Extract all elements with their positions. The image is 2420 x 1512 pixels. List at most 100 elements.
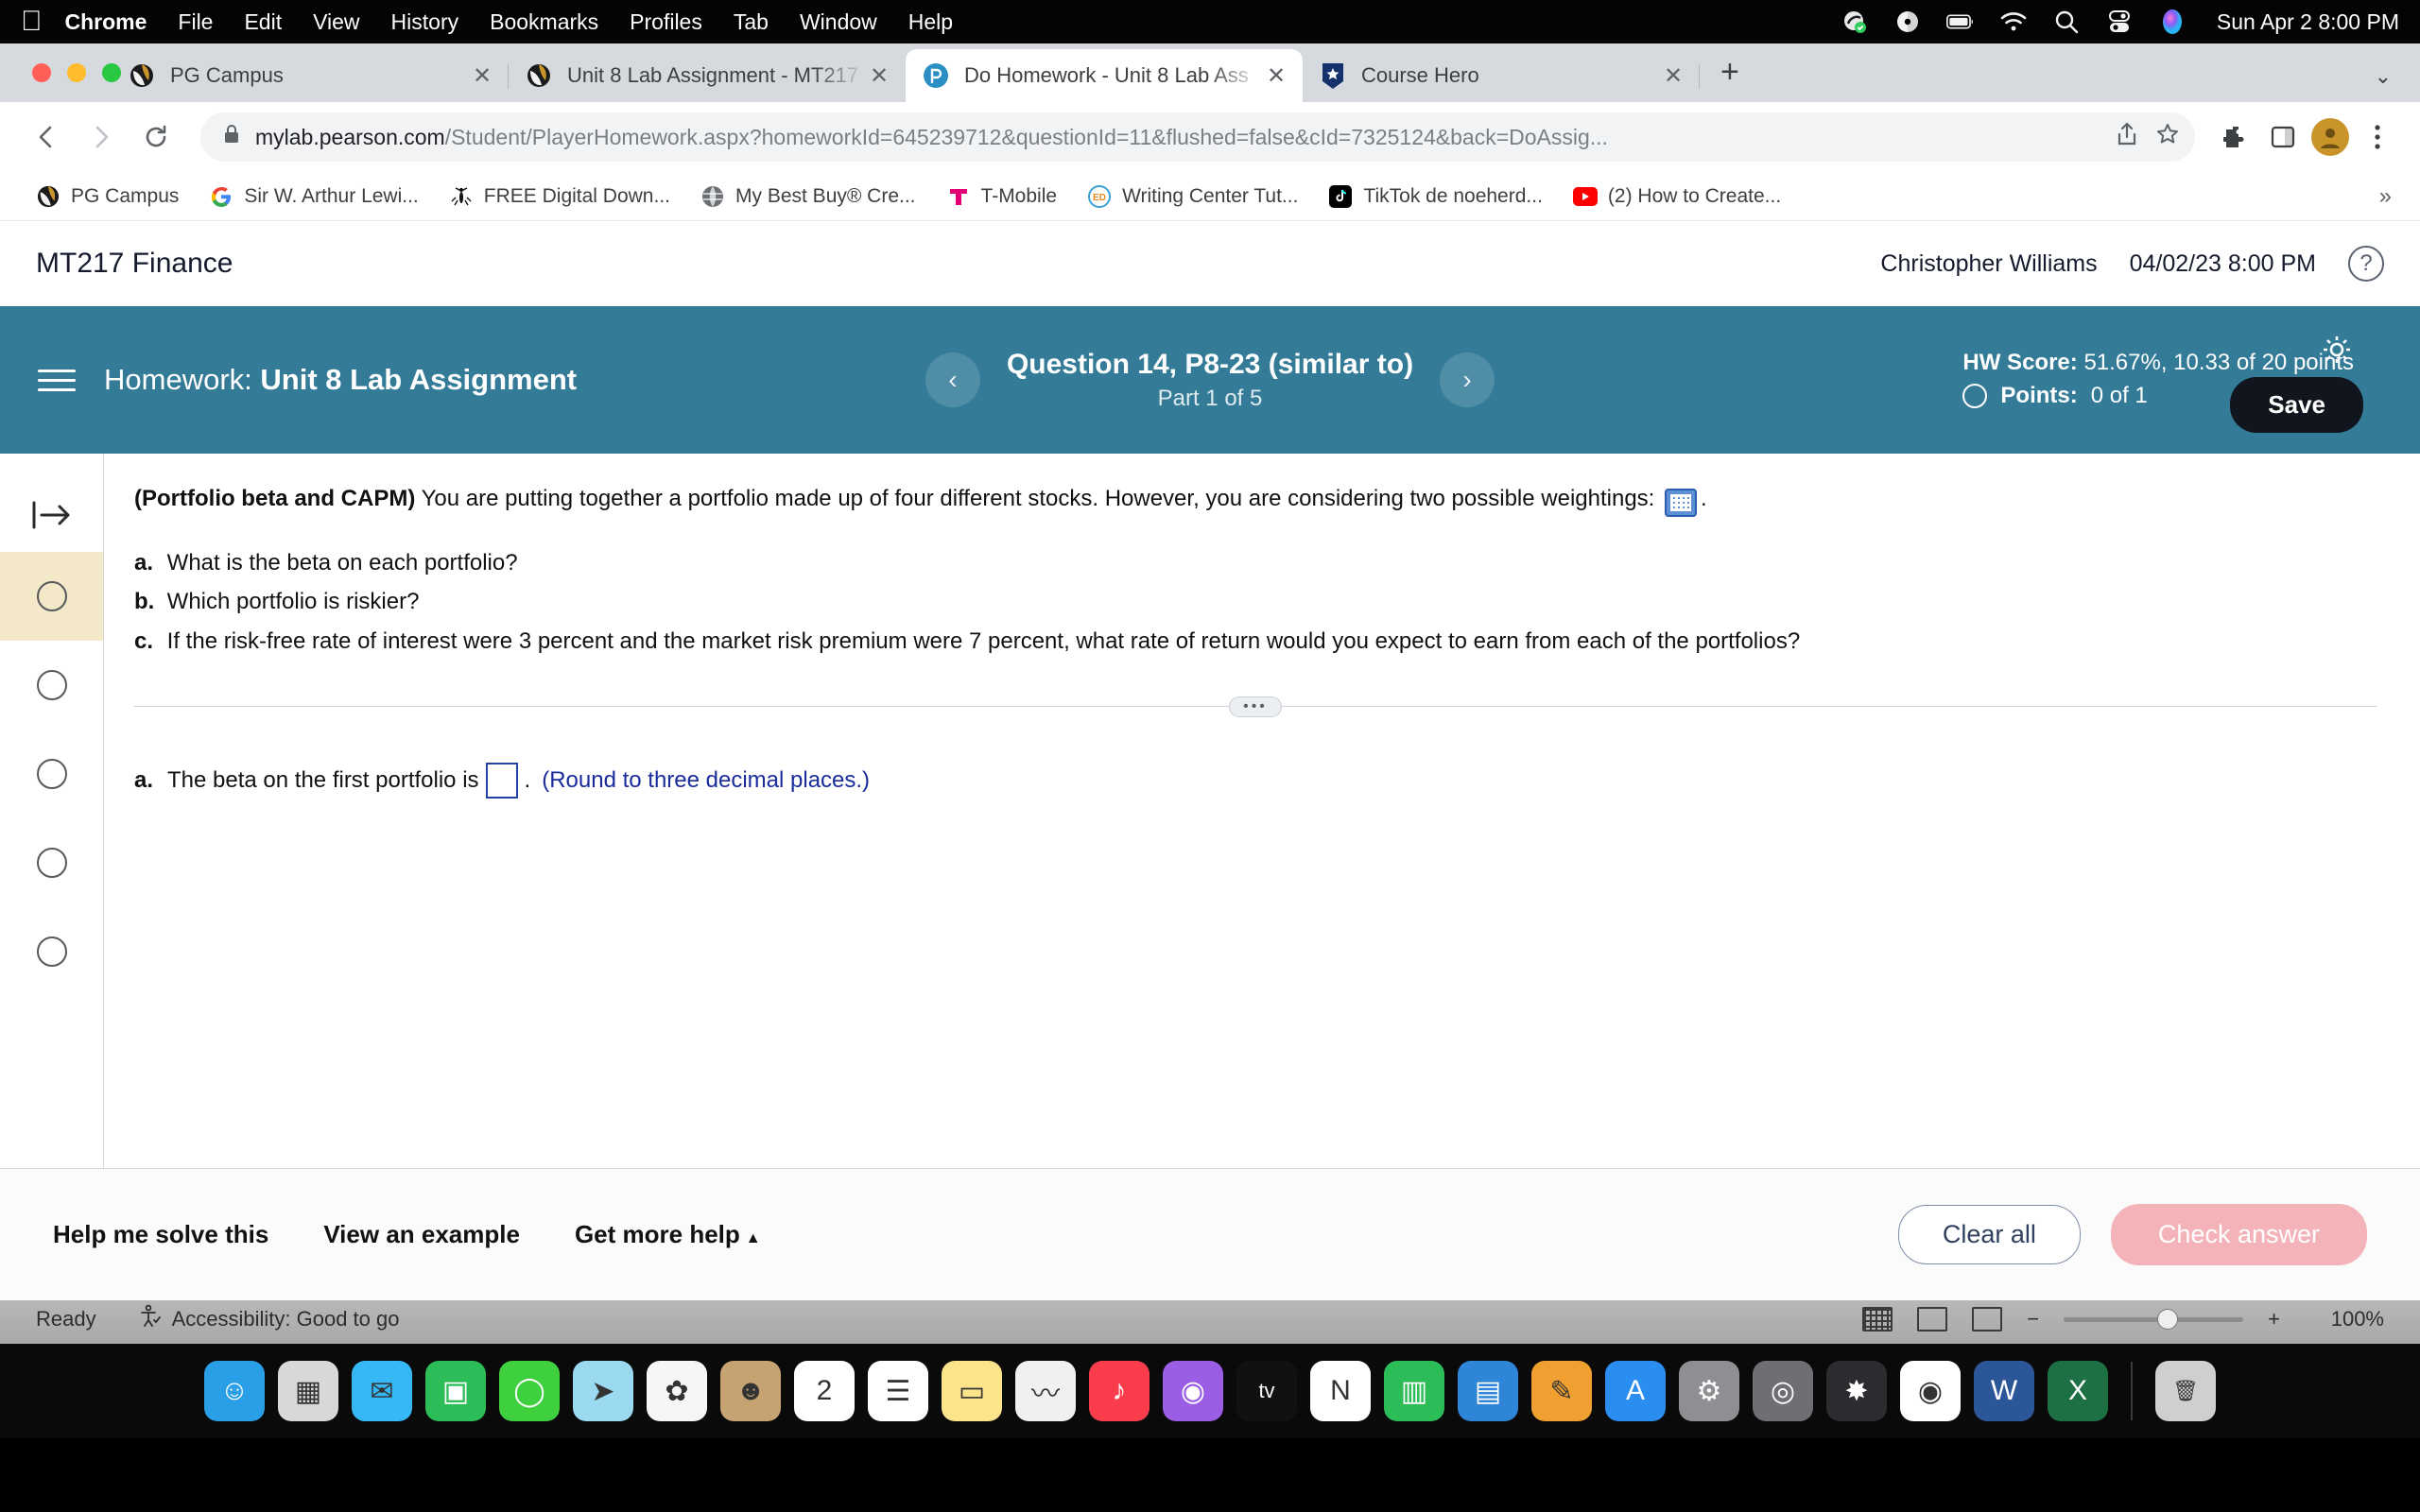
facetime-icon[interactable]: ▣: [425, 1361, 486, 1421]
trash-icon[interactable]: 🗑: [2155, 1361, 2216, 1421]
zoom-slider[interactable]: [2064, 1309, 2244, 1330]
battery-icon[interactable]: [1945, 8, 1975, 36]
bookmarks-overflow-button[interactable]: »: [2379, 183, 2399, 210]
news-icon[interactable]: N: [1310, 1361, 1371, 1421]
menu-item-help[interactable]: Help: [908, 9, 953, 35]
menu-item-window[interactable]: Window: [800, 9, 877, 35]
chevron-down-icon[interactable]: ⌄: [2375, 64, 2392, 89]
profile-avatar-icon[interactable]: [2310, 117, 2350, 157]
numbers-icon[interactable]: ▥: [1384, 1361, 1444, 1421]
appletv-icon[interactable]: tv: [1236, 1361, 1297, 1421]
menubar-clock[interactable]: Sun Apr 2 8:00 PM: [2217, 9, 2399, 35]
freeform-icon[interactable]: 〰: [1015, 1361, 1076, 1421]
bookmark-pg-campus[interactable]: PG Campus: [21, 184, 194, 209]
zoom-slider-knob[interactable]: [2157, 1309, 2179, 1330]
view-an-example-link[interactable]: View an example: [323, 1220, 520, 1249]
bookmark-star-icon[interactable]: [2155, 122, 2180, 153]
menu-item-tab[interactable]: Tab: [734, 9, 769, 35]
messages-icon[interactable]: ◯: [499, 1361, 560, 1421]
menu-item-bookmarks[interactable]: Bookmarks: [490, 9, 598, 35]
step-indicator-3[interactable]: [0, 730, 103, 818]
menu-item-view[interactable]: View: [313, 9, 359, 35]
bookmark-sir-w-arthur-lewis[interactable]: Sir W. Arthur Lewi...: [194, 184, 433, 209]
menu-item-file[interactable]: File: [178, 9, 213, 35]
hamburger-menu-icon[interactable]: [38, 369, 76, 391]
forward-arrow-icon[interactable]: [78, 113, 125, 161]
photos-icon[interactable]: ✿: [647, 1361, 707, 1421]
launchpad-icon[interactable]: ▦: [278, 1361, 338, 1421]
back-arrow-icon[interactable]: [23, 113, 70, 161]
menu-item-history[interactable]: History: [391, 9, 459, 35]
zoom-out-button[interactable]: −: [2027, 1307, 2039, 1332]
control-center-icon[interactable]: [2105, 8, 2134, 36]
appstore-icon[interactable]: A: [1605, 1361, 1666, 1421]
podcasts-icon[interactable]: ◉: [1163, 1361, 1223, 1421]
contacts-icon[interactable]: ☻: [720, 1361, 781, 1421]
step-indicator-4[interactable]: [0, 818, 103, 907]
reading-view-icon[interactable]: [1917, 1307, 1948, 1332]
menu-item-profiles[interactable]: Profiles: [630, 9, 702, 35]
apple-logo-icon[interactable]: : [21, 8, 43, 36]
gear-icon[interactable]: [2316, 329, 2358, 370]
notes-icon[interactable]: ▭: [942, 1361, 1002, 1421]
reload-icon[interactable]: [132, 113, 180, 161]
help-icon[interactable]: ?: [2348, 246, 2384, 282]
next-question-button[interactable]: ›: [1440, 352, 1495, 407]
music-icon[interactable]: ♪: [1089, 1361, 1150, 1421]
menu-item-chrome[interactable]: Chrome: [65, 9, 147, 35]
address-bar[interactable]: mylab.pearson.com /Student/PlayerHomewor…: [200, 112, 2195, 162]
keynote-icon[interactable]: ▤: [1458, 1361, 1518, 1421]
divider-handle[interactable]: •••: [1229, 696, 1282, 717]
siri-icon[interactable]: [2158, 8, 2187, 36]
mail-icon[interactable]: ✉: [352, 1361, 412, 1421]
chrome-menu-icon[interactable]: [2358, 117, 2397, 157]
reminders-icon[interactable]: ☰: [868, 1361, 928, 1421]
check-answer-button[interactable]: Check answer: [2110, 1204, 2367, 1265]
close-tab-button[interactable]: ✕: [1660, 62, 1686, 90]
bookmark-how-to-create[interactable]: (2) How to Create...: [1558, 184, 1796, 209]
calendar-icon[interactable]: 2: [794, 1361, 855, 1421]
maps-icon[interactable]: ➤: [573, 1361, 633, 1421]
browser-tab-do-homework[interactable]: Do Homework - Unit 8 Lab Ass ✕: [906, 49, 1303, 102]
side-panel-icon[interactable]: [2263, 117, 2303, 157]
excel-icon[interactable]: X: [2048, 1361, 2108, 1421]
siri-icon[interactable]: ✸: [1826, 1361, 1887, 1421]
save-button[interactable]: Save: [2230, 377, 2363, 433]
browser-tab-pg-campus[interactable]: PG Campus ✕: [112, 49, 509, 102]
bookmark-free-digital-download[interactable]: FREE Digital Down...: [434, 184, 685, 209]
browser-tab-course-hero[interactable]: Course Hero ✕: [1303, 49, 1700, 102]
step-indicator-5[interactable]: [0, 907, 103, 996]
step-indicator-2[interactable]: [0, 641, 103, 730]
spotlight-search-icon[interactable]: [2052, 8, 2081, 36]
wifi-icon[interactable]: [1999, 8, 2028, 36]
get-more-help-button[interactable]: Get more help ▲: [575, 1220, 761, 1249]
share-icon[interactable]: [2116, 122, 2138, 153]
pages-icon[interactable]: ✎: [1531, 1361, 1592, 1421]
close-tab-button[interactable]: ✕: [1263, 62, 1289, 90]
finder-icon[interactable]: ☺: [204, 1361, 265, 1421]
new-tab-button[interactable]: +: [1720, 54, 1739, 91]
answer-input[interactable]: [485, 762, 518, 799]
clear-all-button[interactable]: Clear all: [1897, 1205, 2081, 1264]
spreadsheet-popup-icon[interactable]: [1665, 489, 1698, 517]
close-tab-button[interactable]: ✕: [866, 62, 892, 90]
bookmark-my-best-buy-credit[interactable]: My Best Buy® Cre...: [685, 184, 931, 209]
settings-icon[interactable]: ⚙: [1679, 1361, 1739, 1421]
step-indicator-1[interactable]: [0, 552, 103, 641]
bookmark-tiktok[interactable]: TikTok de noeherd...: [1313, 184, 1558, 209]
help-me-solve-this-link[interactable]: Help me solve this: [53, 1220, 268, 1249]
expand-panel-icon[interactable]: [0, 478, 103, 552]
word-icon[interactable]: W: [1974, 1361, 2034, 1421]
grid-view-icon[interactable]: [1862, 1307, 1893, 1332]
bookmark-t-mobile[interactable]: T-Mobile: [931, 184, 1073, 209]
browser-tab-unit8-lab-assignment[interactable]: Unit 8 Lab Assignment - MT217 ✕: [509, 49, 906, 102]
extensions-puzzle-icon[interactable]: [2216, 117, 2256, 157]
previous-question-button[interactable]: ‹: [925, 352, 980, 407]
preferences-icon[interactable]: ◎: [1753, 1361, 1813, 1421]
disc-icon[interactable]: [1893, 8, 1922, 36]
minimize-window-button[interactable]: [67, 63, 86, 82]
chrome-icon[interactable]: ◉: [1900, 1361, 1961, 1421]
bookmark-writing-center-tutoring[interactable]: ED Writing Center Tut...: [1072, 184, 1313, 209]
menu-item-edit[interactable]: Edit: [244, 9, 282, 35]
cloud-sync-icon[interactable]: [1841, 8, 1869, 36]
